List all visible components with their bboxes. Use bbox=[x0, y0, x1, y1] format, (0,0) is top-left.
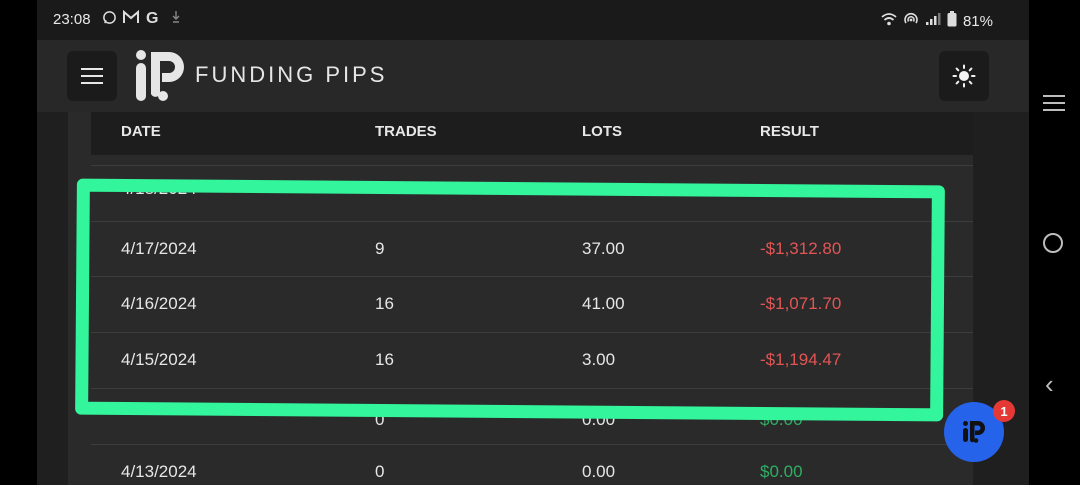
row-date: 4/13/2024 bbox=[121, 462, 197, 481]
table-header: DATE TRADES LOTS RESULT bbox=[91, 112, 973, 155]
row-trades: 0 bbox=[375, 462, 385, 481]
hamburger-icon-line bbox=[81, 75, 103, 77]
gmail-icon bbox=[123, 9, 139, 27]
battery-icon bbox=[947, 11, 957, 31]
home-icon[interactable] bbox=[1043, 233, 1063, 253]
google-icon: G bbox=[146, 10, 159, 27]
status-bar: 23:08 G 81% bbox=[37, 0, 1029, 40]
brand-name: FUNDING PIPS bbox=[195, 62, 388, 87]
row-lots: 0.00 bbox=[582, 462, 616, 481]
status-time: 23:08 bbox=[53, 11, 91, 28]
notification-badge: 1 bbox=[993, 400, 1015, 422]
wifi-icon bbox=[881, 12, 897, 30]
hotspot-icon bbox=[903, 12, 919, 30]
chat-logo-icon bbox=[963, 421, 985, 443]
row-result: $0.00 bbox=[760, 462, 803, 481]
recents-icon-line bbox=[1043, 109, 1065, 111]
battery-level: 81% bbox=[962, 12, 993, 30]
app-header: FUNDING PIPS bbox=[37, 40, 1029, 112]
download-icon bbox=[171, 10, 181, 27]
funding-pips-logo bbox=[136, 50, 184, 101]
theme-toggle-button[interactable] bbox=[939, 51, 989, 101]
recents-icon[interactable] bbox=[1043, 95, 1065, 116]
column-header-date[interactable]: DATE bbox=[121, 123, 161, 140]
menu-button[interactable] bbox=[67, 51, 117, 101]
table-row: 4/13/2024 0 0.00 $0.00 bbox=[91, 444, 973, 485]
sun-icon bbox=[952, 64, 976, 88]
column-header-lots[interactable]: LOTS bbox=[582, 123, 622, 140]
recents-icon-line bbox=[1043, 102, 1065, 104]
highlight-box bbox=[75, 178, 945, 422]
column-header-trades[interactable]: TRADES bbox=[375, 123, 437, 140]
signal-icon bbox=[925, 12, 941, 30]
hamburger-icon bbox=[81, 68, 103, 70]
hamburger-icon-line bbox=[81, 82, 103, 84]
back-icon[interactable]: ‹ bbox=[1045, 369, 1054, 400]
recents-icon-line bbox=[1043, 95, 1065, 97]
whatsapp-icon bbox=[102, 10, 117, 28]
column-header-result[interactable]: RESULT bbox=[760, 123, 819, 140]
